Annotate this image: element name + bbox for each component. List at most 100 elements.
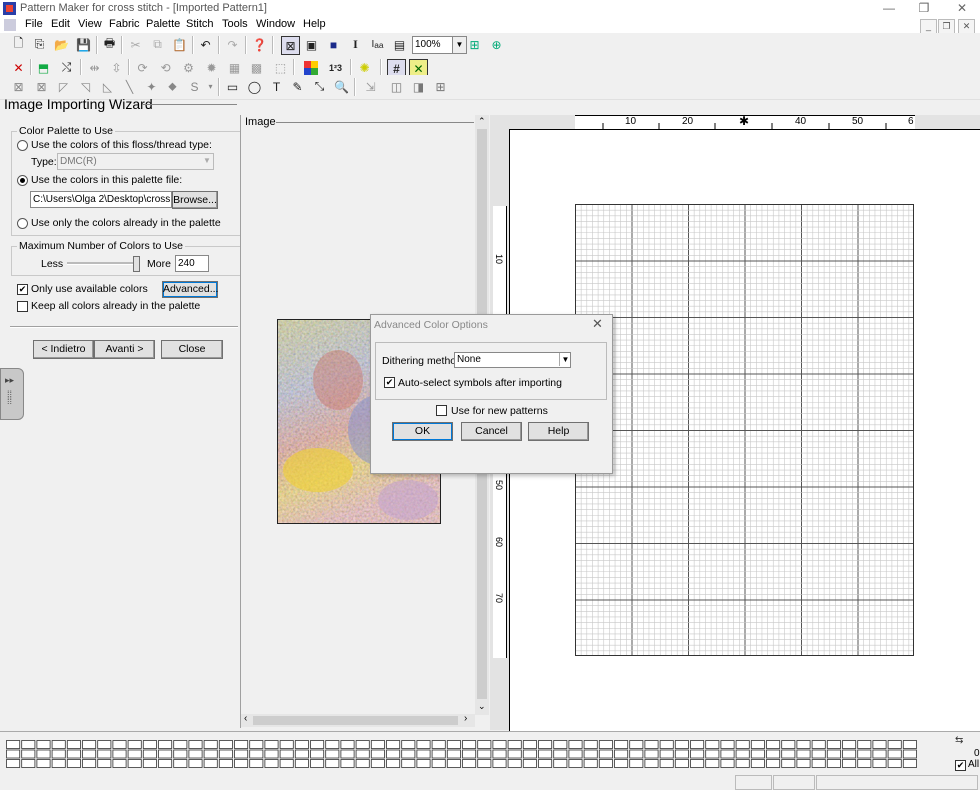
palette-cell[interactable]: [386, 759, 401, 768]
palette-cell[interactable]: [553, 740, 568, 749]
palette-cell[interactable]: [416, 740, 431, 749]
palette-cell[interactable]: [158, 759, 173, 768]
palette-cell[interactable]: [112, 749, 127, 759]
gear-icon[interactable]: ⚙: [180, 59, 197, 76]
palette-cell[interactable]: [629, 740, 644, 749]
palette-cell[interactable]: [522, 759, 537, 768]
palette-cell[interactable]: [325, 740, 340, 749]
palette-cell[interactable]: [264, 749, 279, 759]
palette-cell[interactable]: [51, 749, 66, 759]
palette-cell[interactable]: [264, 759, 279, 768]
close-button[interactable]: Close: [161, 340, 223, 359]
palette-cell[interactable]: [644, 749, 659, 759]
palette-cell[interactable]: [811, 749, 826, 759]
palette-cell[interactable]: [21, 759, 36, 768]
three-quarter-stitch-icon[interactable]: ◹: [77, 78, 94, 95]
menu-stitch[interactable]: Stitch: [184, 18, 216, 30]
palette-cell[interactable]: [538, 749, 553, 759]
palette-cell[interactable]: [188, 759, 203, 768]
type-select[interactable]: DMC(R): [57, 153, 214, 170]
columns-view-icon[interactable]: ◨: [410, 78, 427, 95]
palette-cell[interactable]: [142, 759, 157, 768]
ok-button[interactable]: OK: [392, 422, 453, 441]
palette-cell[interactable]: [218, 749, 233, 759]
palette-cell[interactable]: [249, 740, 264, 749]
undo-icon[interactable]: ↶: [197, 36, 214, 53]
zoom-fit-icon[interactable]: ⊞: [466, 36, 483, 53]
palette-cell[interactable]: [902, 759, 917, 768]
palette-cell[interactable]: [902, 749, 917, 759]
palette-cell[interactable]: [568, 749, 583, 759]
symbol-view-icon[interactable]: ▣: [303, 36, 320, 53]
palette-cell[interactable]: [735, 759, 750, 768]
pencil-icon[interactable]: ✎: [289, 78, 306, 95]
palette-cell[interactable]: [51, 740, 66, 749]
mdi-doc-icon[interactable]: [4, 19, 16, 31]
petite-stitch-icon[interactable]: ◺: [99, 78, 116, 95]
palette-cell[interactable]: [188, 740, 203, 749]
browse-button[interactable]: Browse...: [172, 191, 218, 209]
radio-palette-file[interactable]: [17, 175, 28, 186]
select-area-icon[interactable]: ⬚: [272, 59, 289, 76]
zoom-select[interactable]: 100%: [412, 36, 456, 54]
palette-cell[interactable]: [492, 740, 507, 749]
palette-cell[interactable]: [310, 759, 325, 768]
colors-slider-track[interactable]: [67, 262, 137, 265]
palette-cell[interactable]: [462, 740, 477, 749]
palette-arrows-icon[interactable]: ⇆: [955, 735, 980, 747]
chevron-down-icon[interactable]: ⌄: [478, 701, 486, 712]
palette-cell[interactable]: [720, 759, 735, 768]
back-button[interactable]: < Indietro: [33, 340, 94, 359]
half-stitch-icon[interactable]: ⊠: [33, 78, 50, 95]
magnifier-icon[interactable]: 🔍: [333, 78, 350, 95]
palette-cell[interactable]: [872, 749, 887, 759]
palette-cell[interactable]: [431, 749, 446, 759]
palette-cell[interactable]: [796, 759, 811, 768]
palette-cell[interactable]: [264, 740, 279, 749]
numbering-icon[interactable]: 1²3: [327, 59, 344, 76]
palette-color-cells[interactable]: [6, 740, 922, 770]
mdi-minimize-button[interactable]: _: [920, 19, 937, 34]
mirror-vertical-icon[interactable]: ⇳: [108, 59, 125, 76]
palette-cell[interactable]: [401, 749, 416, 759]
palette-cell[interactable]: [796, 749, 811, 759]
palette-cell[interactable]: [355, 740, 370, 749]
quarter-stitch-icon[interactable]: ◸: [55, 78, 72, 95]
open-folder-icon[interactable]: 📂: [53, 36, 70, 53]
ruler-center-marker-icon[interactable]: ✱: [739, 115, 749, 127]
all-checkbox[interactable]: ✔: [955, 760, 966, 771]
cut-icon[interactable]: ✂: [127, 36, 144, 53]
palette-cell[interactable]: [66, 749, 81, 759]
chevron-down-icon[interactable]: ▾: [202, 78, 219, 95]
palette-cell[interactable]: [279, 740, 294, 749]
special-stitch-icon[interactable]: S: [186, 78, 203, 95]
palette-cell[interactable]: [325, 759, 340, 768]
print-icon[interactable]: 🖶: [101, 36, 118, 53]
palette-cell[interactable]: [234, 749, 249, 759]
chevron-down-icon[interactable]: ▼: [452, 36, 467, 54]
palette-cell[interactable]: [766, 749, 781, 759]
next-button[interactable]: Avanti >: [94, 340, 155, 359]
palette-cell[interactable]: [614, 749, 629, 759]
settings-alt-icon[interactable]: ✹: [203, 59, 220, 76]
palette-cell[interactable]: [127, 740, 142, 749]
palette-cell[interactable]: [416, 749, 431, 759]
page-view-icon[interactable]: ▤: [391, 36, 408, 53]
palette-cell[interactable]: [568, 740, 583, 749]
cross-stitch-view-icon[interactable]: ⊠: [281, 36, 300, 55]
palette-cell[interactable]: [431, 759, 446, 768]
palette-cell[interactable]: [659, 740, 674, 749]
palette-cell[interactable]: [781, 749, 796, 759]
app-icon[interactable]: [3, 2, 16, 15]
palette-cell[interactable]: [82, 740, 97, 749]
palette-cell[interactable]: [842, 740, 857, 749]
palette-cell[interactable]: [750, 740, 765, 749]
help-pointer-icon[interactable]: ❓: [251, 36, 268, 53]
palette-cell[interactable]: [158, 749, 173, 759]
palette-cell[interactable]: [826, 749, 841, 759]
palette-cell[interactable]: [142, 740, 157, 749]
chevron-up-icon[interactable]: ⌃: [478, 116, 486, 127]
ellipse-tool-icon[interactable]: ◯: [246, 78, 263, 95]
grid-select-icon[interactable]: ▦: [226, 59, 243, 76]
palette-cell[interactable]: [477, 759, 492, 768]
